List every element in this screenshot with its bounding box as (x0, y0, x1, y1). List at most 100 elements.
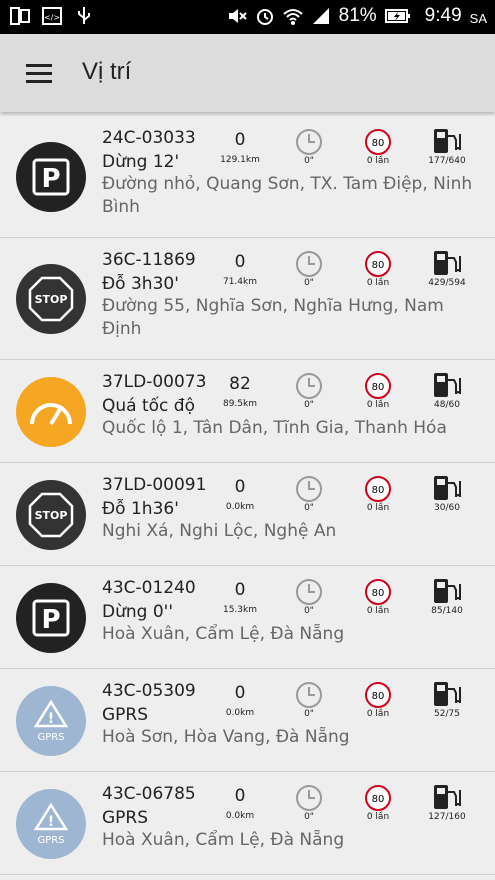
distance-value: 0.0km (225, 811, 255, 821)
speed-value: 0 (234, 683, 246, 703)
vehicle-plate: 43C-05309 (102, 681, 196, 701)
alarm-icon (256, 9, 273, 25)
vehicle-plate: 43C-06785 (102, 784, 196, 804)
svg-text:80: 80 (372, 691, 385, 702)
vehicle-plate: 24C-03033 (102, 128, 196, 148)
vehicle-status: Quá tốc độ (102, 396, 195, 416)
svg-text:STOP: STOP (35, 509, 68, 522)
speed-limit-icon: 80 (365, 373, 391, 399)
duration-value: 0" (304, 709, 314, 719)
speed-limit-icon: 80 (365, 785, 391, 811)
fuel-icon (434, 579, 461, 603)
vehicle-list: P 24C-03033 Dừng 12' Đường nhỏ, Quang Sơ… (0, 116, 495, 875)
screen-mirror-icon (10, 7, 30, 25)
svg-text:</>: </> (44, 13, 60, 22)
battery-charging-icon (384, 9, 410, 23)
distance-value: 15.3km (222, 605, 258, 615)
vehicle-address: Đường nhỏ, Quang Sơn, TX. Tam Điệp, Ninh… (102, 174, 473, 217)
clock-icon (296, 785, 322, 811)
distance-value: 0.0km (225, 502, 255, 512)
svg-text:P: P (41, 164, 60, 194)
gprs-warning-icon: ! GPRS (16, 685, 86, 756)
speed-limit-icon: 80 (365, 682, 391, 708)
violations-value: 0 lần (366, 156, 390, 166)
distance-value: 89.5km (222, 399, 258, 409)
clock-time: 9:49 (424, 5, 462, 26)
list-item[interactable]: P 43C-01240 Dừng 0'' Hoà Xuân, Cẩm Lệ, Đ… (0, 566, 495, 669)
speedometer-icon (16, 376, 86, 447)
svg-text:80: 80 (372, 794, 385, 805)
svg-text:80: 80 (372, 588, 385, 599)
status-bar: </> 81% 9:49 SA (0, 0, 495, 34)
violations-value: 0 lần (366, 606, 390, 616)
svg-text:STOP: STOP (35, 293, 68, 306)
list-item[interactable]: P 24C-03033 Dừng 12' Đường nhỏ, Quang Sơ… (0, 116, 495, 238)
fuel-value: 30/60 (434, 503, 460, 513)
speed-value: 0 (234, 130, 246, 150)
fuel-icon (434, 682, 461, 706)
violations-value: 0 lần (366, 400, 390, 410)
violations-value: 0 lần (366, 503, 390, 513)
vehicle-plate: 36C-11869 (102, 250, 196, 270)
list-item[interactable]: ! GPRS 43C-06785 GPRS Hoà Xuân, Cẩm Lệ, Đ… (0, 772, 495, 875)
svg-text:!: ! (48, 814, 54, 830)
list-item[interactable]: STOP 36C-11869 Đỗ 3h30' Đường 55, Nghĩa … (0, 238, 495, 360)
clock-icon (296, 373, 322, 399)
vehicle-status: Dừng 0'' (102, 602, 173, 622)
speed-value: 0 (234, 580, 246, 600)
svg-text:80: 80 (372, 260, 385, 271)
fuel-icon (434, 251, 461, 275)
mute-icon (228, 9, 247, 23)
vehicle-address: Nghi Xá, Nghi Lộc, Nghệ An (102, 521, 337, 541)
usb-icon (78, 7, 90, 24)
duration-value: 0" (304, 156, 314, 166)
vehicle-status: Dừng 12' (102, 152, 180, 172)
clock-icon (296, 579, 322, 605)
vehicle-plate: 43C-01240 (102, 578, 196, 598)
parking-icon: P (16, 582, 86, 653)
fuel-value: 52/75 (434, 709, 460, 719)
stop-icon: STOP (16, 479, 86, 550)
speed-limit-icon: 80 (365, 251, 391, 277)
vehicle-status: GPRS (102, 808, 149, 828)
vehicle-address: Hoà Sơn, Hòa Vang, Đà Nẵng (102, 727, 350, 747)
clock-icon (296, 251, 322, 277)
clock-ampm: SA (469, 11, 487, 26)
duration-value: 0" (304, 606, 314, 616)
clock-icon (296, 129, 322, 155)
fuel-icon (434, 373, 461, 397)
distance-value: 71.4km (222, 277, 258, 287)
fuel-value: 48/60 (434, 400, 460, 410)
speed-limit-icon: 80 (365, 579, 391, 605)
wifi-icon (282, 9, 303, 25)
fuel-value: 127/160 (428, 812, 466, 822)
list-item[interactable]: 37LD-00073 Quá tốc độ Quốc lộ 1, Tân Dân… (0, 360, 495, 463)
list-item[interactable]: ! GPRS 43C-05309 GPRS Hoà Sơn, Hòa Vang, … (0, 669, 495, 772)
vehicle-plate: 37LD-00073 (102, 372, 207, 392)
fuel-icon (434, 785, 461, 809)
menu-icon[interactable] (26, 64, 52, 84)
clock-icon (296, 476, 322, 502)
violations-value: 0 lần (366, 812, 390, 822)
vehicle-status: GPRS (102, 705, 149, 725)
code-icon: </> (42, 7, 62, 25)
fuel-icon (434, 476, 461, 500)
vehicle-address: Hoà Xuân, Cẩm Lệ, Đà Nẵng (102, 624, 345, 644)
distance-value: 0.0km (225, 708, 255, 718)
fuel-icon (434, 129, 461, 153)
violations-value: 0 lần (366, 709, 390, 719)
app-bar: Vị trí (0, 34, 495, 112)
battery-percent: 81% (338, 5, 377, 26)
list-item[interactable]: STOP 37LD-00091 Đỗ 1h36' Nghi Xá, Nghi L… (0, 463, 495, 566)
svg-text:P: P (41, 605, 60, 635)
fuel-value: 429/594 (428, 278, 466, 288)
svg-text:GPRS: GPRS (37, 835, 64, 846)
signal-icon (312, 8, 329, 24)
svg-text:80: 80 (372, 138, 385, 149)
speed-value: 0 (234, 786, 246, 806)
parking-icon: P (16, 142, 86, 212)
clock-icon (296, 682, 322, 708)
vehicle-status: Đỗ 3h30' (102, 274, 179, 294)
svg-text:!: ! (48, 711, 54, 727)
duration-value: 0" (304, 278, 314, 288)
